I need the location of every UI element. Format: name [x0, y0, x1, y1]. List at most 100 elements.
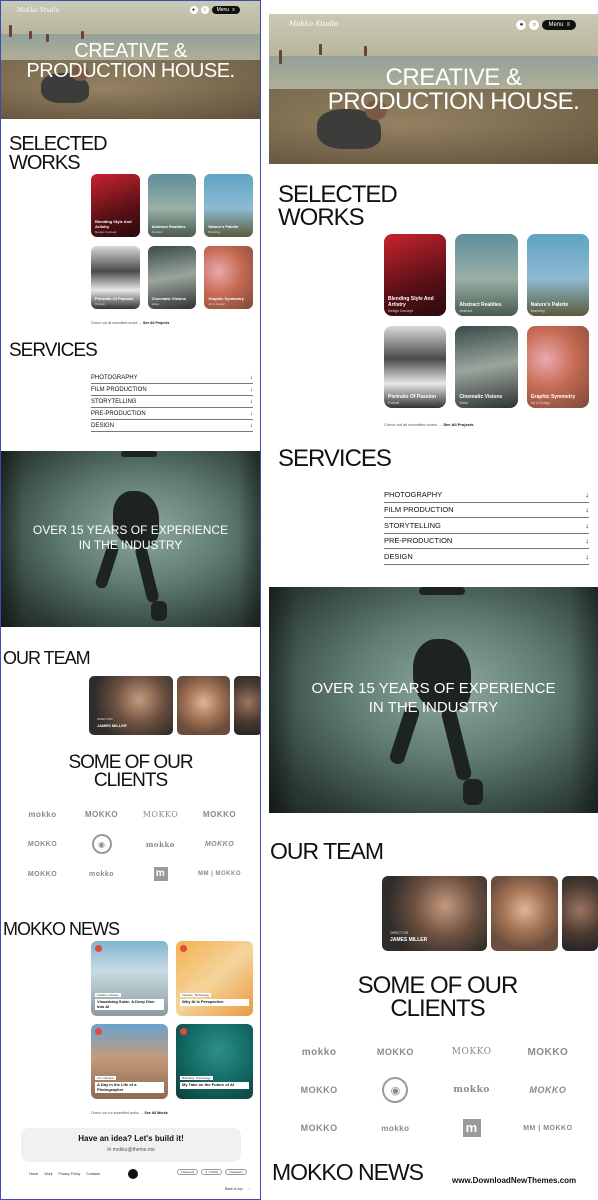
- footer-link-home[interactable]: Home: [29, 1172, 38, 1176]
- works-heading: SELECTED WORKS: [278, 181, 398, 231]
- service-item-storytelling[interactable]: STORYTELLING ↓: [91, 396, 253, 408]
- client-logo: MOKKO: [204, 840, 235, 848]
- works-grid: Blending Style And Artistry Design Conce…: [384, 234, 589, 408]
- client-logo: MOKKO: [27, 840, 58, 848]
- experience-section: OVER 15 YEARS OF EXPERIENCE IN THE INDUS…: [269, 587, 598, 813]
- service-item-film-production[interactable]: FILM PRODUCTION ↓: [384, 503, 589, 518]
- service-item-photography[interactable]: PHOTOGRAPHY ↓: [384, 487, 589, 503]
- client-logo: m: [153, 867, 168, 881]
- search-icon[interactable]: ●: [189, 6, 198, 14]
- client-logo: MOKKO: [529, 1085, 567, 1095]
- menu-button[interactable]: Menu ≡: [211, 6, 240, 14]
- work-card[interactable]: Graphic Symmetry Art & Design: [526, 326, 589, 408]
- social-instagram[interactable]: Instagram: [225, 1169, 247, 1175]
- client-logo: MOKKO: [527, 1046, 569, 1058]
- nav-buttons: ● ○ Menu ≡: [516, 20, 576, 30]
- work-card[interactable]: Blending Style And Artistry Design Conce…: [384, 234, 447, 316]
- brand-logo[interactable]: Mokko Studio: [17, 7, 59, 14]
- work-card[interactable]: Graphic Symmetry Art & Design: [204, 246, 253, 309]
- team-member-card[interactable]: DIRECTOR JAMES MILLER: [382, 876, 487, 951]
- menu-button[interactable]: Menu ≡: [542, 20, 576, 30]
- see-all-projects-link[interactable]: See All Projects: [143, 321, 169, 325]
- client-logo: MOKKO: [300, 1085, 338, 1095]
- hero-title-line1: CREATIVE &: [74, 40, 187, 62]
- search-icon[interactable]: ●: [516, 20, 527, 30]
- team-member-card[interactable]: [562, 876, 598, 951]
- watermark-text: www.DownloadNewThemes.com: [452, 1176, 577, 1185]
- service-item-photography[interactable]: PHOTOGRAPHY ↓: [91, 372, 253, 384]
- client-logos: mokko MOKKO MOKKO MOKKO MOKKO ◉ mokko MO…: [13, 799, 249, 889]
- client-logo: MM | MOKKO: [523, 1124, 573, 1132]
- work-card[interactable]: Blending Style And Artistry Design Conce…: [91, 174, 140, 237]
- service-item-design[interactable]: DESIGN ↓: [91, 420, 253, 432]
- arrow-down-icon: ↓: [585, 551, 589, 561]
- work-card[interactable]: Cinematic Visions Video: [455, 326, 518, 408]
- works-footer: Check out all submitted works → See All …: [91, 321, 170, 325]
- work-card[interactable]: Abstract Realities Abstract: [455, 234, 518, 316]
- footer-link-work[interactable]: Work: [44, 1172, 52, 1176]
- service-item-pre-production[interactable]: PRE-PRODUCTION ↓: [384, 534, 589, 549]
- footer-link-contacts[interactable]: Contacts: [86, 1172, 100, 1176]
- team-member-card[interactable]: [234, 676, 260, 735]
- service-item-pre-production[interactable]: PRE-PRODUCTION ↓: [91, 408, 253, 420]
- team-member-card[interactable]: [177, 676, 230, 735]
- experience-section: OVER 15 YEARS OF EXPERIENCE IN THE INDUS…: [1, 451, 260, 627]
- news-heading: MOKKO NEWS: [272, 1159, 424, 1185]
- author-badge: [95, 945, 102, 952]
- services-list: PHOTOGRAPHY ↓ FILM PRODUCTION ↓ STORYTELLI…: [384, 487, 589, 565]
- arrow-down-icon: ↓: [585, 520, 589, 530]
- cta-box: Have an idea? Let's build it! ✉ mokko@th…: [21, 1128, 241, 1162]
- arrow-down-icon: ↓: [250, 410, 253, 417]
- service-item-storytelling[interactable]: STORYTELLING ↓: [384, 518, 589, 534]
- news-footer: Check out our submitted works → See All …: [91, 1111, 168, 1115]
- client-logo: mokko: [28, 809, 57, 819]
- footer-logo-icon: [128, 1169, 139, 1179]
- work-card[interactable]: Abstract Realities Abstract: [147, 174, 197, 237]
- footer-socials: Facebook X / Twitter Instagram: [177, 1169, 247, 1175]
- client-logo: mokko: [453, 1085, 490, 1095]
- experience-text: OVER 15 YEARS OF EXPERIENCE IN THE INDUS…: [32, 523, 229, 552]
- author-badge: [180, 1028, 187, 1035]
- hero-title-line2: PRODUCTION HOUSE.: [26, 60, 235, 82]
- social-twitter[interactable]: X / Twitter: [201, 1169, 223, 1175]
- news-card[interactable]: Art, Lifestyle A Day in the Life of a Ph…: [91, 1024, 168, 1099]
- client-logo: mokko: [381, 1123, 410, 1133]
- team-heading: OUR TEAM: [270, 838, 384, 864]
- arrow-down-icon: ↓: [250, 422, 253, 429]
- services-heading: SERVICES: [278, 445, 392, 472]
- hero-title: CREATIVE & PRODUCTION HOUSE.: [1, 41, 260, 81]
- mail-icon: ✉: [107, 1147, 112, 1153]
- team-member-card[interactable]: DIRECTOR JAMES MILLER: [89, 676, 173, 735]
- service-item-film-production[interactable]: FILM PRODUCTION ↓: [91, 384, 253, 396]
- work-card[interactable]: Nature's Palette Branding: [204, 174, 253, 237]
- arrow-down-icon: ↓: [585, 505, 589, 515]
- see-all-works-link[interactable]: See All Works: [145, 1111, 168, 1115]
- hamburger-icon: ≡: [232, 7, 235, 13]
- footer-link-privacy[interactable]: Privacy Policy: [58, 1172, 80, 1176]
- arrow-down-icon: ↓: [585, 536, 589, 546]
- user-icon[interactable]: ○: [529, 20, 540, 30]
- service-item-design[interactable]: DESIGN ↓: [384, 549, 589, 565]
- cta-email[interactable]: ✉ mokko@theme.me: [21, 1147, 241, 1153]
- user-icon[interactable]: ○: [200, 6, 209, 14]
- news-card[interactable]: Branding, Technology My Take on the Futu…: [176, 1024, 253, 1099]
- hero-section-large: Mokko Studio ● ○ Menu ≡ CREATIVE & PRODU…: [269, 14, 598, 164]
- cta-title: Have an idea? Let's build it!: [78, 1134, 184, 1143]
- client-logo: MOKKO: [451, 1047, 492, 1057]
- services-heading: SERVICES: [9, 340, 98, 361]
- back-to-top[interactable]: Back to top ↑: [225, 1187, 250, 1191]
- work-card[interactable]: Cinematic Visions Video: [147, 246, 197, 309]
- brand-logo[interactable]: Mokko Studio: [289, 20, 338, 28]
- news-card[interactable]: Finance, Technology Why AI Is Perspectiv…: [176, 941, 253, 1016]
- hamburger-icon: ≡: [566, 22, 570, 28]
- see-all-projects-link[interactable]: See All Projects: [443, 422, 473, 427]
- work-card[interactable]: Portraits Of Passion Portrait: [384, 326, 447, 408]
- team-member-card[interactable]: [491, 876, 558, 951]
- services-list: PHOTOGRAPHY ↓ FILM PRODUCTION ↓ STORYTELLI…: [91, 372, 253, 432]
- work-card[interactable]: Portraits Of Passion Portrait: [91, 246, 140, 309]
- news-card[interactable]: Fashion, Design Visualizing Solar: A Dee…: [91, 941, 168, 1016]
- social-facebook[interactable]: Facebook: [177, 1169, 199, 1175]
- footer-links: Home Work Privacy Policy Contacts: [29, 1169, 139, 1179]
- work-card[interactable]: Nature's Palette Branding: [526, 234, 589, 316]
- arrow-down-icon: ↓: [250, 374, 253, 381]
